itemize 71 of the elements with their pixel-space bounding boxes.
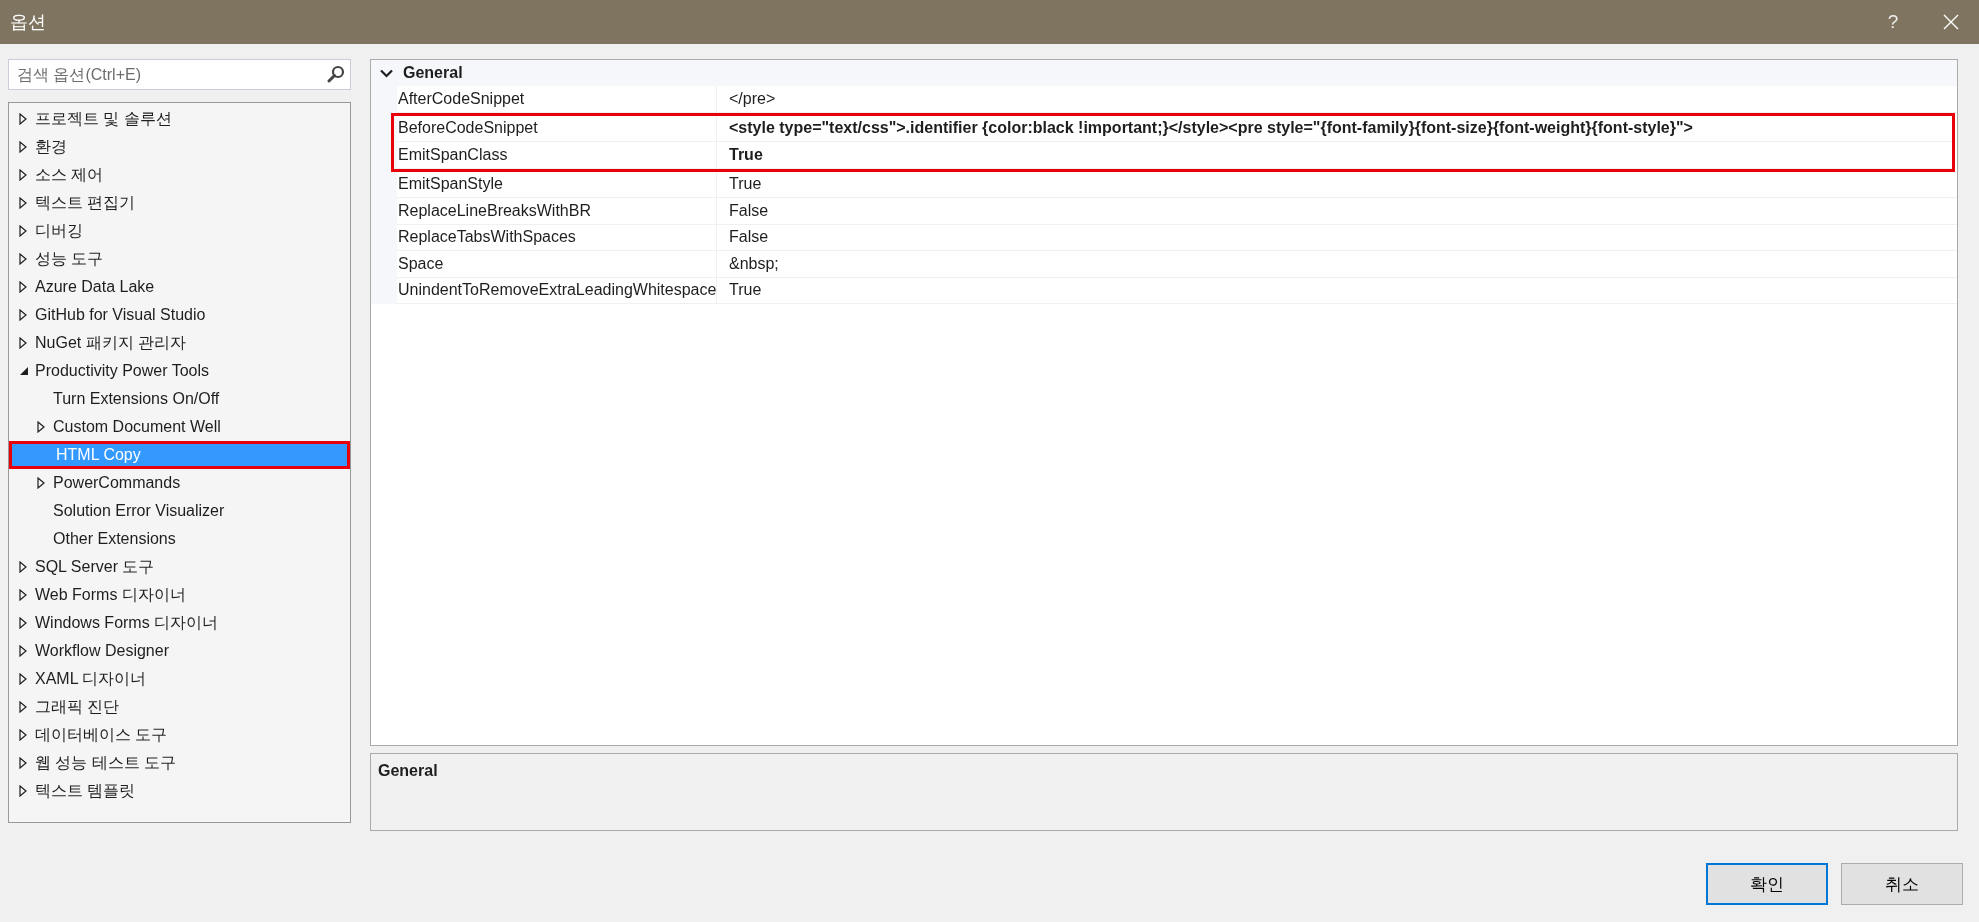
collapsed-arrow-icon[interactable] — [19, 785, 27, 797]
search-field[interactable]: 검색 옵션(Ctrl+E) — [8, 59, 351, 90]
tree-item[interactable]: Turn Extensions On/Off — [9, 385, 350, 413]
collapsed-arrow-icon[interactable] — [37, 477, 45, 489]
collapsed-arrow-icon[interactable] — [19, 645, 27, 657]
collapsed-arrow-icon[interactable] — [19, 757, 27, 769]
property-name[interactable]: Space — [397, 251, 717, 277]
tree-item[interactable]: PowerCommands — [9, 469, 350, 497]
tree-item[interactable]: 텍스트 템플릿 — [9, 777, 350, 805]
collapsed-arrow-icon[interactable] — [19, 337, 27, 349]
tree-item[interactable]: Workflow Designer — [9, 637, 350, 665]
tree-item[interactable]: NuGet 패키지 관리자 — [9, 329, 350, 357]
property-value[interactable]: True — [717, 175, 1957, 194]
tree-item[interactable]: 환경 — [9, 133, 350, 161]
collapsed-arrow-icon[interactable] — [19, 617, 27, 629]
property-name[interactable]: UnindentToRemoveExtraLeadingWhitespace — [397, 277, 717, 303]
window-title: 옵션 — [10, 11, 47, 34]
collapsed-arrow-icon[interactable] — [19, 589, 27, 601]
dialog-button[interactable]: 취소 — [1841, 863, 1963, 905]
collapsed-arrow-icon[interactable] — [37, 421, 45, 433]
collapsed-arrow-icon[interactable] — [19, 561, 27, 573]
tree-item[interactable]: SQL Server 도구 — [9, 553, 350, 581]
collapsed-arrow-icon[interactable] — [19, 141, 27, 153]
property-value[interactable]: &nbsp; — [717, 254, 1957, 273]
tree-item[interactable]: XAML 디자이너 — [9, 665, 350, 693]
collapsed-arrow-icon[interactable] — [19, 309, 27, 321]
collapsed-arrow-icon[interactable] — [19, 281, 27, 293]
tree-item[interactable]: 소스 제어 — [9, 161, 350, 189]
tree-item[interactable]: Web Forms 디자이너 — [9, 581, 350, 609]
tree-item[interactable]: Productivity Power Tools — [9, 357, 350, 385]
collapsed-arrow-icon[interactable] — [19, 225, 27, 237]
property-name[interactable]: BeforeCodeSnippet — [397, 115, 717, 141]
collapsed-arrow-icon[interactable] — [19, 197, 27, 209]
property-name[interactable]: AfterCodeSnippet — [397, 86, 717, 112]
help-button[interactable]: ? — [1863, 11, 1923, 33]
tree-item[interactable]: Azure Data Lake — [9, 273, 350, 301]
tree-item[interactable]: 웹 성능 테스트 도구 — [9, 749, 350, 777]
property-value[interactable]: <style type="text/css">.identifier {color:black !important;}</style><pre style="{font-family}{font-size}{font-weight}{font-style}"> — [717, 119, 1952, 138]
close-icon[interactable] — [1943, 14, 1959, 30]
search-icon[interactable] — [327, 65, 345, 83]
category-label: General — [403, 64, 463, 82]
description-title: General — [378, 762, 438, 779]
property-value[interactable]: False — [717, 228, 1957, 247]
property-name[interactable]: ReplaceTabsWithSpaces — [397, 224, 717, 250]
tree-item[interactable]: Other Extensions — [9, 525, 350, 553]
property-value[interactable]: False — [717, 201, 1957, 220]
collapsed-arrow-icon[interactable] — [19, 673, 27, 685]
tree-item[interactable]: Solution Error Visualizer — [9, 497, 350, 525]
tree-item[interactable]: 디버깅 — [9, 217, 350, 245]
property-name[interactable]: EmitSpanStyle — [397, 171, 717, 197]
collapsed-arrow-icon[interactable] — [19, 729, 27, 741]
property-name[interactable]: EmitSpanClass — [397, 142, 717, 168]
property-value[interactable]: True — [717, 145, 1952, 164]
expanded-arrow-icon[interactable] — [19, 366, 29, 376]
tree-item[interactable]: Windows Forms 디자이너 — [9, 609, 350, 637]
property-name[interactable]: ReplaceLineBreaksWithBR — [397, 198, 717, 224]
dialog-button[interactable]: 확인 — [1706, 863, 1828, 905]
tree-item[interactable]: 그래픽 진단 — [9, 693, 350, 721]
property-value[interactable]: True — [717, 281, 1957, 300]
tree-item[interactable]: Custom Document Well — [9, 413, 350, 441]
tree-item[interactable]: 성능 도구 — [9, 245, 350, 273]
chevron-icon[interactable] — [380, 68, 393, 78]
collapsed-arrow-icon[interactable] — [19, 169, 27, 181]
tree-item[interactable]: GitHub for Visual Studio — [9, 301, 350, 329]
tree-item[interactable]: 데이터베이스 도구 — [9, 721, 350, 749]
collapsed-arrow-icon[interactable] — [19, 113, 27, 125]
property-value[interactable]: </pre> — [717, 89, 1957, 108]
collapsed-arrow-icon[interactable] — [19, 253, 27, 265]
tree-item[interactable]: 텍스트 편집기 — [9, 189, 350, 217]
tree-item[interactable]: 프로젝트 및 솔루션 — [9, 105, 350, 133]
collapsed-arrow-icon[interactable] — [19, 701, 27, 713]
